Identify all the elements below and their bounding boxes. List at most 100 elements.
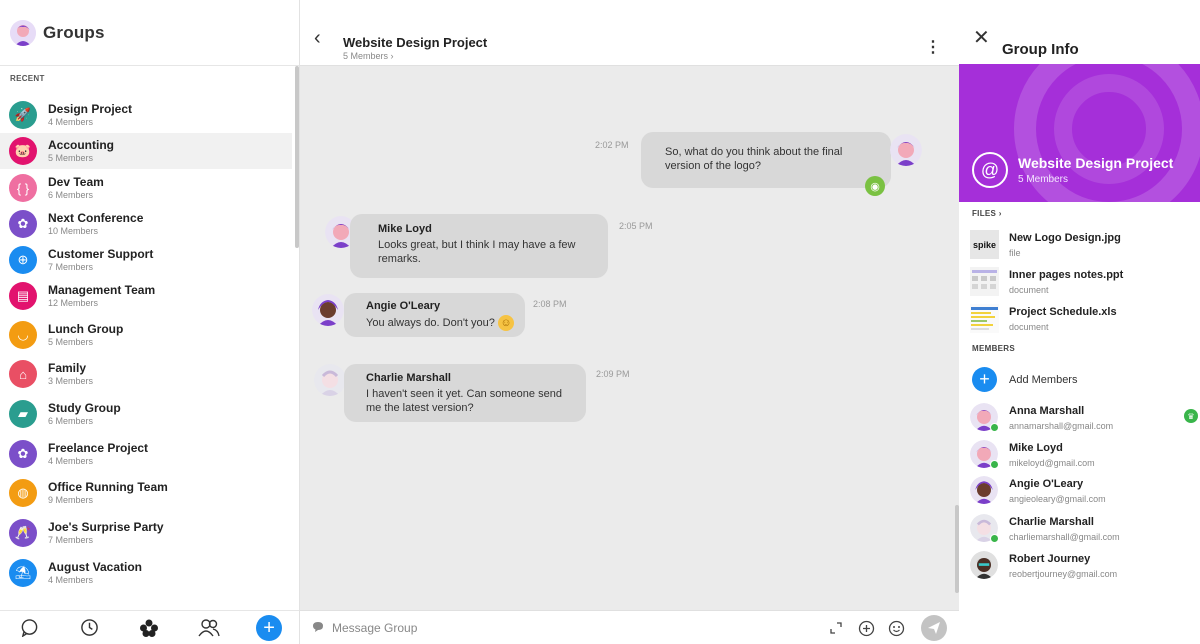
group-list-item[interactable]: ⌂ Family 3 Members	[0, 356, 292, 392]
group-name: Freelance Project	[48, 441, 149, 455]
chat-title: Website Design Project	[343, 35, 488, 50]
group-list-item[interactable]: ▰ Study Group 6 Members	[0, 396, 292, 432]
groups-icon[interactable]	[120, 611, 180, 644]
group-list-item[interactable]: ✿ Next Conference 10 Members	[0, 206, 292, 242]
emoji-icon[interactable]	[886, 618, 906, 638]
group-list-item[interactable]: ⊕ Customer Support 7 Members	[0, 242, 292, 278]
group-name: Accounting	[48, 138, 114, 152]
add-members-button[interactable]: + Add Members	[970, 367, 1195, 393]
member-email: reobertjourney@gmail.com	[1009, 569, 1118, 579]
group-list-item[interactable]: 🥂 Joe's Surprise Party 7 Members	[0, 515, 292, 551]
member-name: Mike Loyd	[1009, 442, 1063, 454]
chat-bubble-icon[interactable]	[0, 611, 60, 644]
member-item[interactable]: Mike Loyd mikeloyd@gmail.com	[970, 440, 1195, 470]
contacts-icon[interactable]	[179, 611, 239, 644]
group-dots-icon: ✿	[9, 440, 37, 468]
user-avatar[interactable]	[10, 19, 36, 46]
groups-panel: Groups RECENT 🚀 Design Project 4 Members 🐷 A…	[0, 0, 300, 644]
group-logo-icon: @	[972, 152, 1008, 188]
sender-name: Charlie Marshall	[366, 372, 451, 384]
group-list-item[interactable]: 🚀 Design Project 4 Members	[0, 97, 292, 133]
group-member-count: 6 Members	[48, 190, 94, 200]
group-info-panel: ✕ Group Info @ Website Design Project 5 …	[959, 0, 1200, 644]
group-name: Office Running Team	[48, 480, 168, 494]
message-bubble: Angie O'Leary You always do. Don't you? …	[344, 293, 525, 337]
message-text: You always do. Don't you?	[366, 316, 495, 329]
member-item[interactable]: Angie O'Leary angieoleary@gmail.com	[970, 476, 1195, 506]
group-member-count: 7 Members	[48, 535, 94, 545]
group-list-item[interactable]: ◍ Office Running Team 9 Members	[0, 475, 292, 511]
group-name: Study Group	[48, 401, 121, 415]
chat-header: ‹ Website Design Project 5 Members › ⋮	[300, 0, 959, 66]
online-status-dot	[990, 534, 999, 543]
member-email: charliemarshall@gmail.com	[1009, 532, 1120, 542]
group-list-item[interactable]: ▤ Management Team 12 Members	[0, 278, 292, 314]
members-label: MEMBERS	[972, 344, 1015, 353]
file-item[interactable]: spike New Logo Design.jpg file	[970, 230, 1195, 260]
files-link[interactable]: FILES ›	[972, 209, 1002, 218]
plus-icon: +	[256, 614, 283, 641]
message-time: 2:05 PM	[619, 221, 653, 231]
member-name: Robert Journey	[1009, 553, 1091, 565]
expand-icon[interactable]	[826, 618, 846, 638]
message-text: So, what do you think about the final ve…	[665, 146, 843, 172]
rocket-icon: 🚀	[9, 101, 37, 129]
group-name: Lunch Group	[48, 322, 124, 336]
code-braces-icon: { }	[9, 174, 37, 202]
member-name: Charlie Marshall	[1009, 516, 1094, 528]
group-member-count: 3 Members	[48, 376, 94, 386]
back-chevron-icon[interactable]: ‹	[314, 28, 321, 48]
banner-members: 5 Members	[1018, 174, 1069, 185]
more-options-icon[interactable]: ⋮	[925, 40, 941, 56]
member-item[interactable]: Charlie Marshall charliemarshall@gmail.co…	[970, 514, 1195, 544]
file-name: Project Schedule.xls	[1009, 306, 1117, 318]
bottom-nav: +	[0, 610, 299, 644]
smiley-icon: ☺	[497, 315, 514, 331]
sender-avatar	[890, 134, 922, 166]
message-time: 2:02 PM	[595, 140, 629, 150]
group-name: Dev Team	[48, 175, 104, 189]
group-banner: @ Website Design Project 5 Members	[959, 64, 1200, 202]
group-name: Management Team	[48, 283, 156, 297]
send-button[interactable]	[921, 615, 947, 641]
close-icon[interactable]: ✕	[973, 28, 990, 48]
clock-icon[interactable]	[60, 611, 120, 644]
group-list-item[interactable]: ◡ Lunch Group 5 Members	[0, 317, 292, 353]
group-list-item[interactable]: ⛱ August Vacation 4 Members	[0, 555, 292, 591]
plus-icon: +	[972, 367, 997, 392]
message-text: I haven't seen it yet. Can someone send …	[366, 388, 562, 414]
group-list-item[interactable]: { } Dev Team 6 Members	[0, 170, 292, 206]
file-item[interactable]: Inner pages notes.ppt document	[970, 267, 1195, 297]
seen-eye-icon: ◉	[865, 176, 885, 196]
message-time: 2:09 PM	[596, 369, 630, 379]
book-icon: ▰	[9, 400, 37, 428]
speech-bubble-icon	[312, 621, 324, 636]
group-info-header: ✕ Group Info	[959, 0, 1200, 64]
home-icon: ⌂	[9, 360, 37, 388]
file-name: New Logo Design.jpg	[1009, 232, 1121, 244]
bowl-icon: ◡	[9, 321, 37, 349]
member-item[interactable]: Anna Marshall annamarshall@gmail.com ♛	[970, 403, 1198, 433]
member-avatar	[970, 551, 998, 579]
sender-name: Angie O'Leary	[366, 300, 441, 312]
member-item[interactable]: Robert Journey reobertjourney@gmail.com	[970, 551, 1195, 581]
group-member-count: 5 Members	[48, 153, 94, 163]
groups-title: Groups	[43, 22, 105, 42]
party-glasses-icon: 🥂	[9, 519, 37, 547]
lifebuoy-icon: ⊕	[9, 246, 37, 274]
group-list-item[interactable]: ✿ Freelance Project 4 Members	[0, 436, 292, 472]
group-list-scrollbar[interactable]	[295, 66, 299, 248]
message-input[interactable]	[332, 618, 812, 638]
message-time: 2:08 PM	[533, 299, 567, 309]
chat-members-link[interactable]: 5 Members ›	[343, 51, 394, 61]
group-name: August Vacation	[48, 560, 143, 574]
file-item[interactable]: Project Schedule.xls document	[970, 304, 1195, 334]
admin-crown-icon: ♛	[1184, 409, 1198, 423]
group-list-item[interactable]: 🐷 Accounting 5 Members	[0, 133, 292, 169]
groups-header: Groups	[0, 0, 299, 66]
message-bubble: Mike Loyd Looks great, but I think I may…	[350, 214, 608, 278]
clipboard-icon: ▤	[9, 282, 37, 310]
add-attachment-icon[interactable]	[856, 618, 876, 638]
new-group-button[interactable]: +	[239, 611, 299, 644]
angie-avatar	[312, 294, 344, 326]
